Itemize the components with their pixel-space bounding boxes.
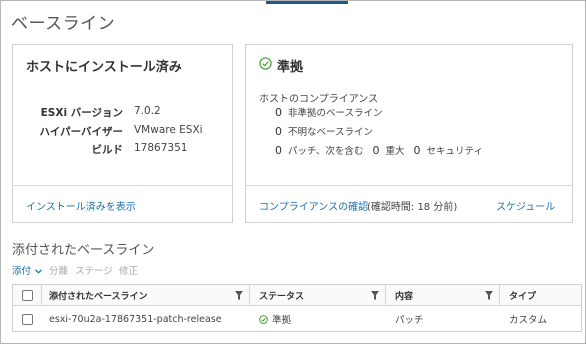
column-separator <box>385 285 386 306</box>
baseline-name-cell: esxi-70u2a-17867351-patch-release <box>49 313 222 325</box>
installed-card-title: ホストにインストール済み <box>26 60 182 75</box>
compliance-card: 準拠 ホストのコンプライアンス 0 非準拠のベースライン 0 不明なベースライン 0… <box>245 44 573 223</box>
installed-on-host-card: ホストにインストール済み ESXi バージョン 7.0.2 ハイパーバイザー V… <box>12 44 233 223</box>
grid-header: 添付されたベースライン ステータス 内容 タイプ <box>13 285 581 306</box>
esxi-version-label: ESXi バージョン <box>40 107 123 119</box>
card-divider <box>13 185 232 186</box>
column-header-type[interactable]: タイプ <box>509 285 536 305</box>
attach-label: 添付 <box>12 266 32 277</box>
type-cell: カスタム <box>509 315 548 326</box>
filter-icon[interactable] <box>485 291 493 300</box>
noncompliant-baselines: 0 非準拠のベースライン <box>275 105 383 119</box>
critical-count: 0 <box>372 144 380 157</box>
filter-icon[interactable] <box>371 291 379 300</box>
esxi-version-row: ESXi バージョン 7.0.2 <box>13 105 234 121</box>
hypervisor-label: ハイパーバイザー <box>39 126 123 138</box>
hypervisor-row: ハイパーバイザー VMware ESXi <box>13 124 234 140</box>
select-all-checkbox[interactable] <box>22 289 33 301</box>
attached-baselines-grid: 添付されたベースライン ステータス 内容 タイプ esxi-70u2a-1786… <box>12 284 582 332</box>
table-row[interactable]: esxi-70u2a-17867351-patch-release 準拠 パッチ… <box>13 307 581 331</box>
host-compliance-heading: ホストのコンプライアンス <box>259 94 379 105</box>
attached-baselines-title: 添付されたベースライン <box>12 243 155 258</box>
unknown-count: 0 <box>275 125 282 138</box>
check-circle-icon <box>259 57 272 70</box>
critical-label: 重大 <box>385 146 405 157</box>
chevron-down-icon <box>35 269 42 274</box>
status-cell: 準拠 <box>259 307 291 331</box>
column-separator <box>41 285 42 306</box>
patch-summary: 0 パッチ、次を含む 0 重大 0 セキュリティ <box>275 143 483 157</box>
check-circle-icon <box>259 314 268 324</box>
select-all-cell <box>22 285 33 305</box>
column-header-content[interactable]: 内容 <box>395 285 413 305</box>
column-separator <box>249 285 250 306</box>
stage-button[interactable]: ステージ <box>75 263 113 277</box>
show-installed-link[interactable]: インストール済みを表示 <box>26 198 136 213</box>
page-title: ベースライン <box>11 14 116 34</box>
column-header-baseline[interactable]: 添付されたベースライン <box>49 285 148 305</box>
baselines-page: ベースライン ホストにインストール済み ESXi バージョン 7.0.2 ハイパ… <box>0 0 586 344</box>
status-label: 準拠 <box>272 315 292 326</box>
card-divider <box>246 185 572 186</box>
row-select-cell <box>22 307 33 331</box>
attach-dropdown[interactable]: 添付 <box>12 263 42 277</box>
security-count: 0 <box>413 144 421 157</box>
detach-button[interactable]: 分離 <box>49 263 68 277</box>
unknown-label: 不明なベースライン <box>288 127 374 138</box>
esxi-version-value: 7.0.2 <box>134 105 161 117</box>
build-value: 17867351 <box>134 142 188 154</box>
column-header-status[interactable]: ステータス <box>259 285 304 305</box>
patch-count: 0 <box>275 144 282 157</box>
content-cell: パッチ <box>395 315 424 326</box>
noncompliant-count: 0 <box>275 106 282 119</box>
hypervisor-value: VMware ESXi <box>134 124 203 136</box>
schedule-link[interactable]: スケジュール <box>496 198 555 213</box>
build-row: ビルド 17867351 <box>13 142 234 158</box>
patch-label: パッチ、次を含む <box>288 146 364 157</box>
column-separator <box>499 285 500 306</box>
row-checkbox[interactable] <box>22 313 33 325</box>
build-label: ビルド <box>91 144 124 156</box>
check-compliance-link[interactable]: コンプライアンスの確認 <box>259 198 368 213</box>
unknown-baselines: 0 不明なベースライン <box>275 124 373 138</box>
remediate-button[interactable]: 修正 <box>119 263 138 277</box>
check-time-note: (確認時間: 18 分前) <box>367 202 458 213</box>
security-label: セキュリティ <box>426 146 483 157</box>
noncompliant-label: 非準拠のベースライン <box>288 108 383 119</box>
compliance-status-title: 準拠 <box>277 60 304 75</box>
filter-icon[interactable] <box>235 291 243 300</box>
active-tab-indicator <box>266 1 348 4</box>
